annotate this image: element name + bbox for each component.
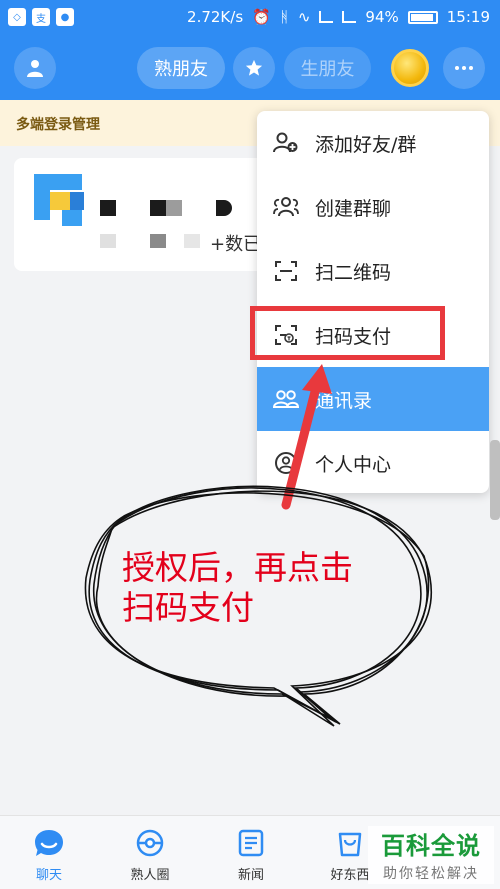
watermark: 百科全说 助你轻松解决: [368, 826, 494, 884]
battery-icon: [407, 10, 438, 24]
tab-stranger-friends[interactable]: 生朋友: [284, 47, 371, 89]
nav-label: 新闻: [237, 868, 264, 883]
chat-icon: [35, 830, 63, 856]
obscured-text: [216, 200, 232, 216]
network-speed: 2.72K/s: [187, 8, 244, 26]
signal-icon-2: [342, 11, 357, 23]
nav-label: 熟人圈: [130, 868, 170, 883]
menu-item-profile[interactable]: 个人中心: [257, 431, 489, 493]
menu-item-label: 通讯录: [315, 389, 373, 412]
more-dots-icon: [455, 66, 473, 70]
obscured-preview: [150, 234, 166, 248]
add-menu-popup: 添加好友/群 创建群聊 扫二维码 扫码支付 通讯录 个人中心: [257, 111, 489, 493]
circle-icon: [136, 829, 164, 857]
menu-item-add-friend[interactable]: 添加好友/群: [257, 111, 489, 175]
menu-item-contacts[interactable]: 通讯录: [257, 367, 489, 431]
watermark-subtitle: 助你轻松解决: [383, 866, 479, 882]
scan-qr-icon: [275, 261, 297, 281]
notification-icons: ◇ 支 ●: [8, 8, 74, 26]
shopping-bag-icon: [338, 832, 362, 857]
annotation-text: 授权后，再点击 扫码支付: [122, 548, 392, 628]
menu-item-scan-qr[interactable]: 扫二维码: [257, 239, 489, 303]
coin-button[interactable]: [391, 49, 429, 87]
banner-text: 多端登录管理: [16, 117, 100, 133]
alipay-icon: 支: [32, 8, 50, 26]
nav-chat[interactable]: 聊天: [4, 816, 94, 889]
shield-icon: ◇: [8, 8, 26, 26]
tab-familiar-friends[interactable]: 熟朋友: [137, 47, 225, 89]
group-chat-icon: [273, 197, 299, 217]
qq-icon: ●: [56, 8, 74, 26]
clock: 15:19: [446, 8, 490, 26]
bluetooth-icon: ᚻ: [279, 8, 289, 26]
battery-percent: 94%: [365, 8, 399, 26]
signal-icon: [319, 11, 334, 23]
session-preview-text: +数已: [210, 234, 262, 255]
session-avatar-part: [70, 192, 84, 210]
star-icon: [245, 59, 263, 76]
wifi-icon: ∿: [297, 8, 311, 26]
session-avatar-part: [50, 192, 70, 210]
obscured-text: [166, 200, 182, 216]
annotation-line-1: 授权后，再点击: [122, 548, 353, 587]
contacts-icon: [273, 390, 299, 408]
avatar-button[interactable]: [14, 47, 56, 89]
menu-item-label: 添加好友/群: [315, 133, 417, 156]
session-avatar: [34, 174, 82, 190]
nav-label: 聊天: [35, 868, 62, 883]
nav-news[interactable]: 新闻: [206, 816, 296, 889]
obscured-text: [100, 200, 116, 216]
menu-item-create-group[interactable]: 创建群聊: [257, 175, 489, 239]
nav-label: 好东西: [330, 868, 370, 883]
add-friend-icon: [273, 132, 298, 153]
highlight-box: [250, 306, 445, 360]
watermark-title: 百科全说: [381, 832, 481, 860]
alarm-icon: ⏰: [252, 8, 271, 26]
app-header: 熟朋友 生朋友: [0, 36, 500, 100]
menu-item-label: 个人中心: [315, 453, 392, 476]
news-icon: [238, 829, 264, 857]
session-avatar-part: [34, 190, 50, 220]
menu-item-label: 创建群聊: [315, 197, 392, 220]
scrollbar[interactable]: [490, 440, 500, 520]
obscured-text: [150, 200, 166, 216]
status-bar: ◇ 支 ● 2.72K/s ⏰ ᚻ ∿ 94% 15:19: [0, 0, 500, 36]
annotation-line-2: 扫码支付: [122, 588, 254, 627]
battery-fill: [410, 13, 434, 21]
menu-item-label: 扫二维码: [315, 261, 392, 284]
session-avatar-part: [62, 210, 82, 226]
profile-icon: [275, 452, 297, 474]
obscured-preview: [184, 234, 200, 248]
favorites-button[interactable]: [233, 47, 275, 89]
obscured-preview: [100, 234, 116, 248]
user-icon: [27, 60, 43, 77]
more-button[interactable]: [443, 47, 485, 89]
nav-acquaintance-circle[interactable]: 熟人圈: [105, 816, 195, 889]
